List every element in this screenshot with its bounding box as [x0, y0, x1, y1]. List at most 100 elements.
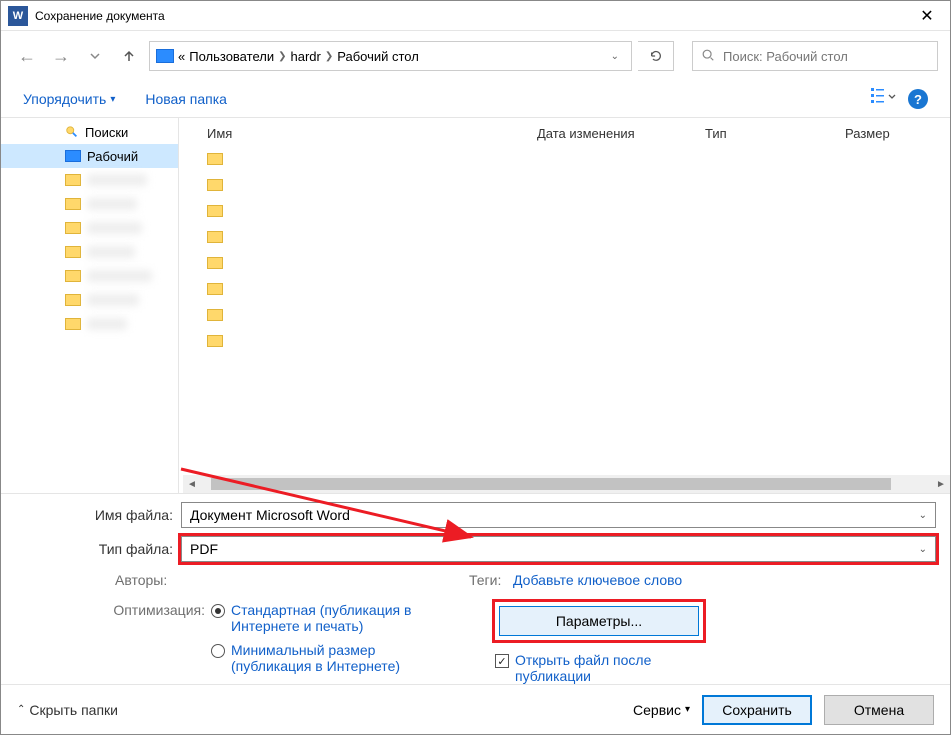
add-tag-link[interactable]: Добавьте ключевое слово [513, 572, 682, 588]
horizontal-scrollbar[interactable]: ◄ ► [183, 475, 950, 493]
search-icon [701, 48, 715, 65]
list-item[interactable] [207, 200, 950, 222]
folder-icon [207, 179, 223, 191]
column-headers: Имя Дата изменения Тип Размер [183, 118, 950, 148]
recent-locations-button[interactable] [81, 42, 109, 70]
tree-item-searches[interactable]: Поиски [1, 120, 178, 144]
optimize-standard-radio[interactable]: Стандартная (публикация в Интернете и пе… [211, 602, 431, 634]
search-box[interactable]: Поиск: Рабочий стол [692, 41, 938, 71]
list-item[interactable] [207, 330, 950, 352]
save-dialog: W Сохранение документа ✕ ← → « Пользоват… [0, 0, 951, 735]
dialog-footer: ⌃ Скрыть папки Сервис ▾ Сохранить Отмена [1, 684, 950, 734]
file-list: Имя Дата изменения Тип Размер ◄ [183, 118, 950, 493]
radio-icon [211, 644, 225, 658]
tree-item[interactable] [1, 264, 178, 288]
tree-item[interactable] [1, 240, 178, 264]
folder-icon [207, 309, 223, 321]
folder-tree[interactable]: Поиски Рабочий [1, 118, 179, 493]
scrollbar-thumb[interactable] [211, 478, 891, 490]
list-item[interactable] [207, 252, 950, 274]
tree-item[interactable] [1, 216, 178, 240]
address-seg-user[interactable]: hardr [290, 49, 320, 64]
view-options-button[interactable] [870, 86, 896, 113]
scroll-right-button[interactable]: ► [932, 479, 950, 490]
chevron-down-icon: ▾ [685, 704, 690, 715]
titlebar: W Сохранение документа ✕ [1, 1, 950, 31]
folder-icon [207, 231, 223, 243]
filename-label: Имя файла: [15, 507, 181, 523]
col-date[interactable]: Дата изменения [537, 126, 705, 141]
chevron-down-icon[interactable]: ⌄ [919, 544, 927, 555]
toolbar: Упорядочить ▾ Новая папка ? [1, 81, 950, 117]
save-button[interactable]: Сохранить [702, 695, 812, 725]
authors-label: Авторы: [115, 572, 167, 588]
chevron-down-icon: ▾ [110, 94, 115, 105]
annotation-highlight: Параметры... [495, 602, 703, 640]
col-name[interactable]: Имя [207, 126, 537, 141]
address-seg-desktop[interactable]: Рабочий стол [337, 49, 419, 64]
radio-icon [211, 604, 225, 618]
forward-button[interactable]: → [47, 42, 75, 70]
checkbox-icon: ✓ [495, 654, 509, 668]
location-icon [156, 49, 174, 63]
tree-item-desktop[interactable]: Рабочий [1, 144, 178, 168]
tree-item[interactable] [1, 168, 178, 192]
chevron-down-icon[interactable]: ⌄ [919, 510, 927, 521]
searches-icon [65, 125, 79, 139]
tools-menu[interactable]: Сервис ▾ [633, 702, 690, 718]
list-item[interactable] [207, 226, 950, 248]
new-folder-button[interactable]: Новая папка [145, 91, 227, 107]
filename-input[interactable]: Документ Microsoft Word ⌄ [181, 502, 936, 528]
tags-label: Теги: [469, 572, 501, 588]
filetype-select[interactable]: PDF ⌄ [181, 536, 936, 562]
hide-folders-button[interactable]: ⌃ Скрыть папки [17, 702, 118, 718]
close-button[interactable]: ✕ [904, 1, 950, 31]
folder-icon [65, 198, 81, 210]
address-bar[interactable]: « Пользователи ❯ hardr ❯ Рабочий стол ⌄ [149, 41, 632, 71]
address-root: « [178, 49, 185, 64]
optimize-label: Оптимизация: [91, 602, 211, 684]
folder-icon [65, 222, 81, 234]
file-rows[interactable] [183, 148, 950, 475]
tree-item[interactable] [1, 312, 178, 336]
folder-icon [207, 153, 223, 165]
word-app-icon: W [8, 6, 28, 26]
folder-icon [65, 246, 81, 258]
chevron-right-icon[interactable]: ❯ [278, 51, 286, 62]
folder-icon [65, 174, 81, 186]
filetype-label: Тип файла: [15, 541, 181, 557]
up-button[interactable] [115, 42, 143, 70]
folder-icon [65, 294, 81, 306]
col-size[interactable]: Размер [845, 126, 890, 141]
list-item[interactable] [207, 148, 950, 170]
list-item[interactable] [207, 174, 950, 196]
folder-icon [207, 283, 223, 295]
desktop-icon [65, 150, 81, 162]
folder-icon [207, 257, 223, 269]
organize-menu[interactable]: Упорядочить ▾ [23, 91, 115, 107]
cancel-button[interactable]: Отмена [824, 695, 934, 725]
folder-icon [65, 270, 81, 282]
address-dropdown[interactable]: ⌄ [605, 51, 625, 62]
scrollbar-track[interactable] [201, 477, 932, 491]
list-item[interactable] [207, 304, 950, 326]
refresh-button[interactable] [638, 41, 674, 71]
main-area: Поиски Рабочий Имя Дата изменения Тип Ра… [1, 117, 950, 494]
back-button[interactable]: ← [13, 42, 41, 70]
window-title: Сохранение документа [35, 9, 165, 23]
nav-row: ← → « Пользователи ❯ hardr ❯ Рабочий сто… [1, 31, 950, 81]
col-type[interactable]: Тип [705, 126, 845, 141]
folder-icon [207, 205, 223, 217]
chevron-right-icon[interactable]: ❯ [325, 51, 333, 62]
chevron-up-icon: ⌃ [17, 704, 25, 715]
tree-item[interactable] [1, 192, 178, 216]
tree-item[interactable] [1, 288, 178, 312]
address-seg-users[interactable]: Пользователи [189, 49, 274, 64]
optimize-minimal-radio[interactable]: Минимальный размер (публикация в Интерне… [211, 642, 431, 674]
scroll-left-button[interactable]: ◄ [183, 479, 201, 490]
search-placeholder: Поиск: Рабочий стол [723, 49, 848, 64]
open-after-checkbox[interactable]: ✓ Открыть файл после публикации [495, 652, 715, 684]
options-button[interactable]: Параметры... [499, 606, 699, 636]
help-button[interactable]: ? [908, 89, 928, 109]
list-item[interactable] [207, 278, 950, 300]
